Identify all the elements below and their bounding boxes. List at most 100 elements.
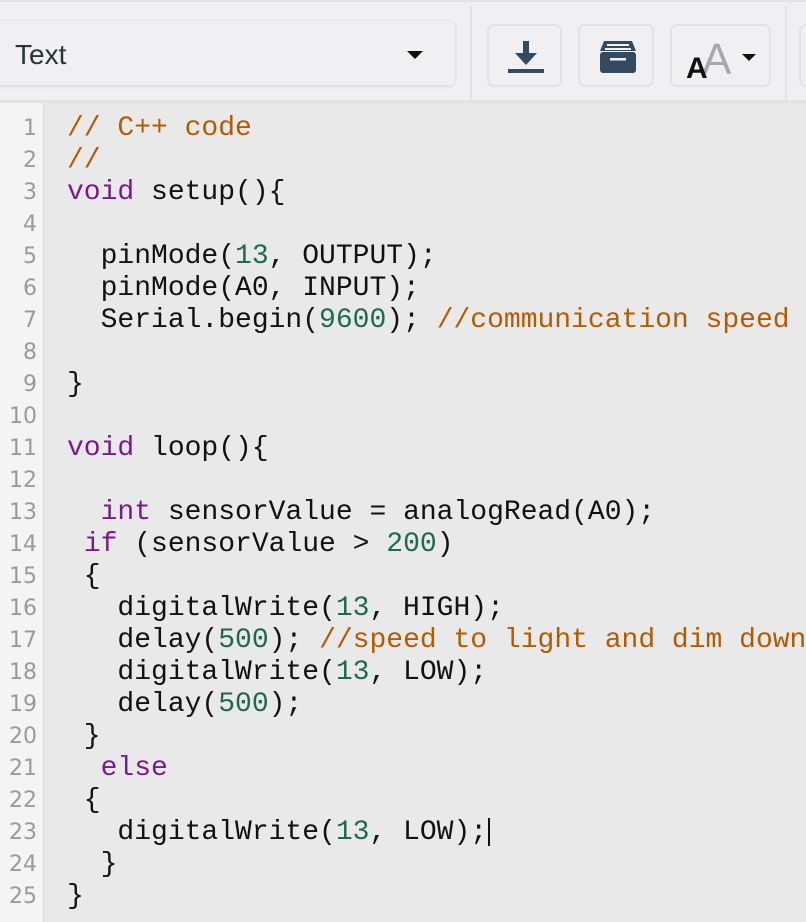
more-button[interactable] [799, 24, 806, 87]
code-token-number: 500 [218, 625, 269, 656]
code-token-number: 500 [218, 689, 269, 720]
code-token-keyword: if [83, 529, 118, 560]
toolbar-divider [470, 6, 472, 102]
code-token-keyword: void [67, 177, 135, 208]
code-line[interactable]: } [67, 721, 101, 753]
code-line[interactable]: // C++ code [67, 113, 252, 145]
code-line[interactable]: digitalWrite(13, LOW); [67, 657, 487, 689]
code-token-plain: , OUTPUT); [268, 241, 437, 272]
code-token-comment: //speed to light and dim down [319, 625, 806, 656]
line-number: 11 [9, 436, 37, 461]
code-token-number: 13 [335, 593, 370, 624]
code-token-plain: , LOW); [369, 657, 488, 688]
line-number: 8 [23, 340, 37, 365]
line-number: 25 [9, 884, 37, 909]
code-line[interactable]: pinMode(A0, INPUT); [67, 273, 420, 305]
svg-text:A: A [686, 52, 708, 80]
code-line[interactable]: else [67, 753, 168, 785]
code-line[interactable]: int sensorValue = analogRead(A0); [67, 497, 656, 529]
editor-mode-select[interactable]: Text [0, 20, 456, 86]
code-line[interactable]: delay(500); [67, 689, 302, 721]
code-token-plain: { [67, 561, 101, 592]
code-token-plain: delay( [67, 625, 219, 656]
line-number: 2 [23, 148, 37, 173]
code-token-plain: loop(){ [134, 433, 269, 464]
download-button[interactable] [487, 24, 562, 87]
toolbar: Text A A [0, 0, 806, 102]
code-editor[interactable]: 1 2 3 4 5 6 7 8 9 10 11 12 13 14 15 16 17 18 19 20 21 22 23 24 2… [0, 103, 806, 922]
code-token-plain: Serial.begin( [67, 305, 320, 336]
line-number: 5 [23, 244, 37, 269]
code-token-number: 13 [335, 657, 370, 688]
line-number: 18 [9, 660, 37, 685]
code-line[interactable]: void setup(){ [67, 177, 285, 209]
code-token-plain: } [67, 849, 118, 880]
line-number: 9 [23, 372, 37, 397]
download-icon [508, 41, 544, 73]
code-token-keyword: else [100, 753, 168, 784]
code-line[interactable]: digitalWrite(13, LOW); [67, 817, 491, 849]
code-token-comment: // [67, 145, 101, 176]
code-line[interactable]: void loop(){ [67, 433, 269, 465]
code-line[interactable]: { [67, 785, 101, 817]
code-line[interactable]: } [67, 369, 84, 401]
code-token-comment: //communication speed [436, 305, 790, 336]
text-cursor [488, 817, 491, 846]
line-number: 21 [9, 756, 37, 781]
code-token-plain: digitalWrite( [67, 657, 336, 688]
code-line[interactable]: delay(500); //speed to light and dim dow… [67, 625, 806, 657]
toolbar-divider [785, 6, 787, 102]
code-line[interactable]: } [67, 881, 84, 913]
code-line[interactable]: { [67, 561, 101, 593]
code-line[interactable]: if (sensorValue > 200) [67, 529, 454, 561]
font-size-button[interactable]: A A [670, 24, 771, 87]
code-token-plain: ) [436, 529, 454, 560]
code-token-plain: sensorValue = analogRead(A0); [151, 497, 656, 528]
caret-down-icon [742, 54, 756, 61]
code-line[interactable]: digitalWrite(13, HIGH); [67, 593, 503, 625]
code-token-keyword: int [100, 497, 152, 528]
line-number: 13 [9, 500, 37, 525]
line-number: 15 [9, 564, 37, 589]
line-number: 14 [9, 532, 37, 557]
code-token-plain: } [67, 721, 101, 752]
code-token-number: 200 [386, 529, 437, 560]
code-token-plain: } [67, 369, 84, 400]
code-token-plain: pinMode(A0, INPUT); [67, 273, 420, 304]
code-token-plain: setup(){ [134, 177, 286, 208]
code-token-plain: ); [268, 689, 303, 720]
line-number: 16 [9, 596, 37, 621]
editor-mode-label: Text [15, 39, 67, 70]
code-token-plain: , LOW); [369, 817, 488, 848]
line-number: 3 [23, 180, 37, 205]
code-token-plain: digitalWrite( [67, 817, 336, 848]
code-line[interactable]: pinMode(13, OUTPUT); [67, 241, 437, 273]
caret-down-icon [407, 51, 423, 59]
line-number: 23 [9, 820, 37, 845]
code-token-number: 9600 [319, 305, 387, 336]
font-size-icon: A A [686, 36, 732, 80]
code-token-plain: delay( [67, 689, 219, 720]
line-number: 24 [9, 852, 37, 877]
code-token-plain: { [67, 785, 101, 816]
line-number: 22 [9, 788, 37, 813]
line-number: 19 [9, 692, 37, 717]
code-token-keyword: void [67, 433, 135, 464]
line-number: 10 [9, 404, 37, 429]
code-line[interactable]: // [67, 145, 101, 177]
code-token-plain: pinMode( [67, 241, 236, 272]
code-token-plain: } [67, 881, 84, 912]
archive-box-icon [600, 41, 636, 73]
line-number: 7 [23, 308, 37, 333]
line-number: 1 [23, 116, 37, 141]
line-number: 17 [9, 628, 37, 653]
code-line[interactable]: } [67, 849, 118, 881]
line-number: 6 [23, 276, 37, 301]
code-token-plain: (sensorValue > [117, 529, 387, 560]
library-button[interactable] [578, 24, 654, 87]
code-line[interactable]: Serial.begin(9600); //communication spee… [67, 305, 790, 337]
line-number-gutter: 1 2 3 4 5 6 7 8 9 10 11 12 13 14 15 16 17 18 19 20 21 22 23 24 2… [0, 103, 44, 922]
